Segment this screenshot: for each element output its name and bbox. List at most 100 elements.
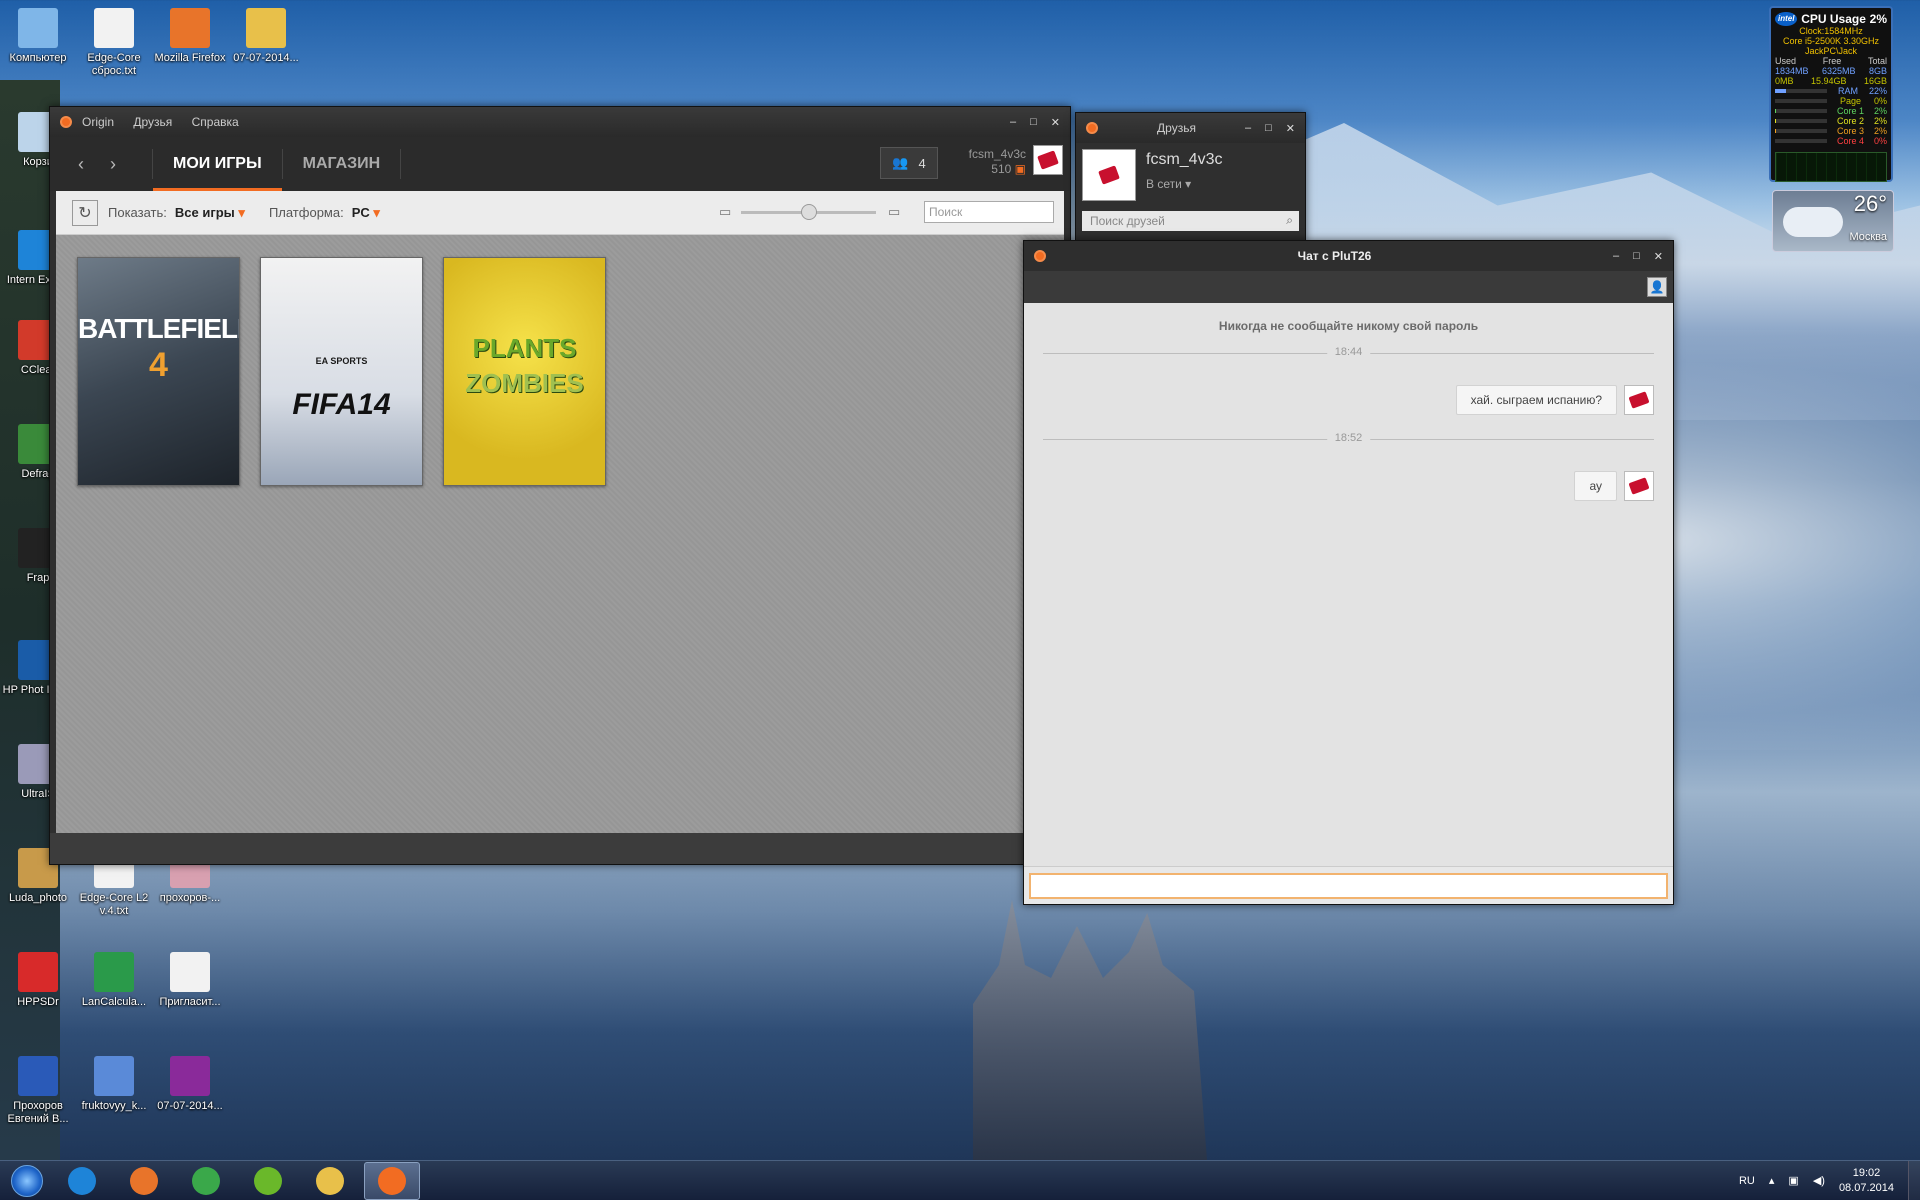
forward-arrow-icon[interactable]: › (100, 154, 126, 175)
time-divider: 18:44 (1043, 346, 1654, 358)
message-avatar[interactable] (1624, 471, 1654, 501)
close-icon[interactable]: ✕ (1286, 122, 1295, 135)
intel-logo-icon: intel (1775, 12, 1798, 26)
desktop-icon[interactable]: Компьютер (0, 8, 76, 65)
origin-icon (378, 1166, 406, 1195)
points-icon: ▣ (1014, 162, 1026, 176)
cpu-meter-row: Core 1 2% (1775, 106, 1887, 116)
taskbar-firefox-button[interactable] (116, 1162, 172, 1200)
desktop-icon[interactable]: 07-07-2014... (152, 1056, 228, 1113)
cpu-usage-gadget[interactable]: intel CPU Usage 2% Clock:1584MHz Core i5-2… (1769, 6, 1893, 182)
show-desktop-button[interactable] (1908, 1160, 1920, 1200)
back-arrow-icon[interactable]: ‹ (68, 154, 94, 175)
user-info[interactable]: fcsm_4v3c 510 ▣ (969, 147, 1026, 177)
desktop-icon[interactable]: Пригласит... (152, 952, 228, 1009)
desktop-icon-label: HPPSDr (17, 996, 59, 1008)
menu-help[interactable]: Справка (192, 115, 239, 129)
maximize-icon[interactable]: □ (1030, 116, 1037, 129)
friends-titlebar[interactable]: Друзья – □ ✕ (1076, 113, 1305, 143)
taskbar-internet-explorer-button[interactable] (54, 1162, 110, 1200)
profile-avatar[interactable] (1082, 149, 1136, 201)
taskbar-utorrent-button[interactable] (240, 1162, 296, 1200)
tab-my-games[interactable]: МОИ ИГРЫ (153, 137, 282, 191)
refresh-icon[interactable]: ↻ (72, 199, 98, 226)
meter-bar (1775, 109, 1827, 113)
menu-origin[interactable]: Origin (82, 115, 114, 129)
cpu-meter-row: Core 2 2% (1775, 116, 1887, 126)
desktop-icon-image (170, 8, 210, 48)
minimize-icon[interactable]: – (1010, 116, 1016, 129)
origin-titlebar[interactable]: Origin Друзья Справка – □ ✕ (50, 107, 1070, 137)
desktop-icon-image (18, 1056, 58, 1096)
start-button[interactable] (6, 1161, 48, 1200)
tile-size-slider[interactable] (741, 204, 876, 220)
meter-bar (1775, 119, 1827, 123)
taskbar-explorer-button[interactable] (302, 1162, 358, 1200)
desktop-icon[interactable]: Edge-Core сброс.txt (76, 8, 152, 78)
spartak-logo-icon (1628, 477, 1650, 495)
meter-value: 2% (1873, 126, 1887, 136)
cpu-host: JackPC\Jack (1804, 46, 1857, 56)
desktop-icon-label: Прохоров Евгений В... (7, 1100, 69, 1125)
search-input[interactable]: Поиск (924, 201, 1054, 223)
friends-button[interactable]: 👥 4 (880, 147, 938, 179)
network-icon[interactable]: ▣ (1788, 1174, 1798, 1187)
system-tray: RU ▴ ▣ ◀) 19:02 08.07.2014 (1739, 1166, 1894, 1196)
friends-window: Друзья – □ ✕ fcsm_4v3c В сети Поиск друзей… (1075, 112, 1306, 242)
volume-icon[interactable]: ◀) (1813, 1174, 1825, 1187)
message-time: 18:44 (1326, 346, 1371, 358)
taskbar-chrome-button[interactable] (178, 1162, 234, 1200)
spartak-logo-icon (1037, 150, 1059, 170)
chat-titlebar[interactable]: Чат с PluT26 – □ ✕ (1024, 241, 1673, 271)
profile-card-icon[interactable]: 👤 (1647, 277, 1667, 297)
desktop-icon-image (170, 1056, 210, 1096)
game-tile-plants-vs-zombies[interactable]: PLANTS ZOMBIES (443, 257, 606, 486)
meter-fill (1775, 89, 1787, 93)
large-tiles-icon[interactable]: ▭ (888, 204, 900, 220)
game-tile-battlefield4[interactable]: BATTLEFIELD 4 (77, 257, 240, 486)
wallpaper-castle (973, 900, 1207, 1160)
taskbar-origin-button[interactable] (364, 1161, 420, 1200)
platform-dropdown[interactable]: PC (352, 205, 380, 221)
avatar[interactable] (1033, 145, 1063, 175)
language-indicator[interactable]: RU (1739, 1175, 1755, 1187)
desktop-icon[interactable]: Mozilla Firefox (152, 8, 228, 65)
menu-friends[interactable]: Друзья (133, 115, 172, 129)
tab-store[interactable]: МАГАЗИН (283, 137, 401, 191)
desktop-icon[interactable]: 07-07-2014... (228, 8, 304, 65)
clock[interactable]: 19:02 08.07.2014 (1839, 1166, 1894, 1196)
maximize-icon[interactable]: □ (1633, 250, 1640, 263)
origin-logo-icon (60, 116, 72, 128)
mem-row-ram: 1834MB 6325MB 8GB (1775, 66, 1887, 76)
weather-temp: 26° (1853, 191, 1887, 216)
chat-window: Чат с PluT26 – □ ✕ 👤 Никогда не сообщайте … (1023, 240, 1674, 905)
desktop-icon[interactable]: HPPSDr (0, 952, 76, 1009)
close-icon[interactable]: ✕ (1051, 116, 1060, 129)
show-dropdown[interactable]: Все игры (175, 205, 245, 221)
desktop-icon-label: Edge-Core сброс.txt (87, 52, 141, 77)
tray-arrow-icon[interactable]: ▴ (1769, 1174, 1775, 1187)
minimize-icon[interactable]: – (1613, 250, 1619, 263)
desktop-icon[interactable]: LanCalcula... (76, 952, 152, 1009)
game-tile-fifa14[interactable]: EA SPORTS FIFA14 (260, 257, 423, 486)
minimize-icon[interactable]: – (1245, 122, 1251, 135)
firefox-icon (130, 1166, 158, 1195)
chat-message: ау (1574, 471, 1617, 501)
cloud-icon (1783, 207, 1843, 237)
chat-input[interactable] (1029, 873, 1668, 899)
friends-search-input[interactable]: Поиск друзей ⌕ (1082, 211, 1299, 231)
desktop-icon[interactable]: fruktovyy_k... (76, 1056, 152, 1113)
meter-value: 0% (1873, 96, 1887, 106)
friends-title: Друзья (1157, 121, 1196, 135)
small-tiles-icon[interactable]: ▭ (719, 204, 731, 220)
desktop-icon-label: Luda_photo (8, 892, 68, 904)
status-dropdown[interactable]: В сети (1146, 177, 1191, 191)
weather-gadget[interactable]: 26° Москва (1772, 190, 1894, 252)
desktop-icon[interactable]: Прохоров Евгений В... (0, 1056, 76, 1126)
nav-divider (400, 149, 402, 179)
close-icon[interactable]: ✕ (1654, 250, 1663, 263)
message-avatar[interactable] (1624, 385, 1654, 415)
meter-label: Page (1839, 96, 1861, 106)
maximize-icon[interactable]: □ (1265, 122, 1272, 135)
slider-knob[interactable] (801, 204, 817, 220)
